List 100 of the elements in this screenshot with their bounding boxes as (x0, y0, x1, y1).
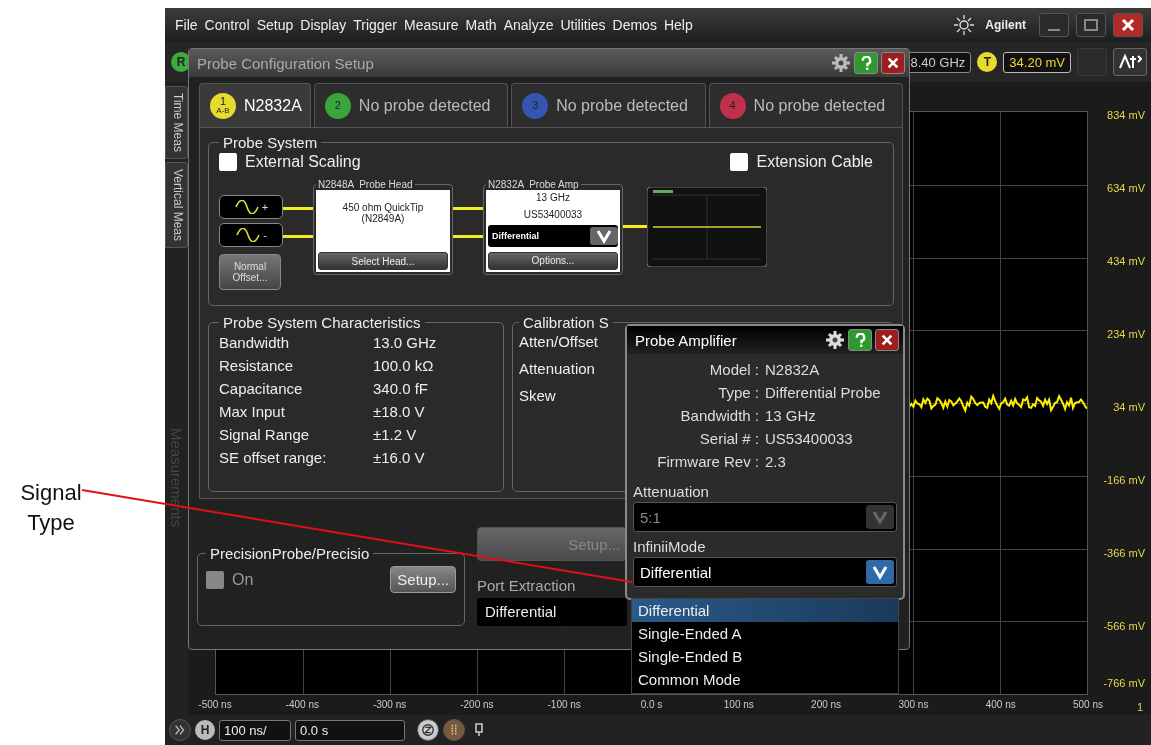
info-label: Type : (717, 383, 759, 403)
input-button[interactable]: - (219, 223, 283, 247)
calibration-label: Skew (519, 387, 556, 404)
close-button[interactable] (1113, 13, 1143, 37)
voltage-axis-label: 34 mV (1113, 401, 1145, 413)
menu-item[interactable]: Setup (256, 17, 294, 33)
double-chevron-icon (173, 723, 187, 737)
group-title: Probe System Characteristics (222, 314, 422, 331)
horizontal-badge[interactable]: H (195, 720, 215, 740)
info-value: 13 GHz (765, 406, 816, 426)
property-value: ±16.0 V (373, 448, 425, 468)
time-axis-label: -400 ns (285, 699, 319, 710)
trigger-level-field[interactable]: 34.20 mV (1003, 51, 1071, 73)
voltage-axis-label: -566 mV (1103, 620, 1145, 632)
info-value: N2832A (765, 360, 820, 380)
checkbox[interactable]: Extension Cable (730, 153, 873, 171)
voltage-axis-label: 234 mV (1107, 328, 1145, 340)
minimize-button[interactable] (1039, 13, 1069, 37)
dropdown-option[interactable]: Differential (632, 599, 898, 622)
select-head-button[interactable]: Select Head... (318, 252, 448, 270)
voltage-axis-label: 834 mV (1107, 109, 1145, 121)
channel-badge: 3 (522, 92, 549, 119)
options-button[interactable]: Options... (488, 251, 618, 270)
cable-line (283, 207, 313, 210)
menu-item[interactable]: Control (204, 17, 250, 33)
close-button[interactable] (881, 52, 905, 74)
help-button[interactable] (854, 52, 878, 74)
settings-icon[interactable] (825, 330, 845, 350)
help-button[interactable] (848, 329, 872, 351)
cable-line (623, 225, 647, 228)
time-position-field[interactable]: 0.0 s (295, 719, 405, 741)
minimize-icon (1048, 29, 1060, 31)
probe-tab[interactable]: 2 No probe detected (313, 83, 509, 127)
checkbox[interactable]: External Scaling (219, 153, 361, 171)
infiniimode-select[interactable]: Differential (633, 557, 897, 587)
group-title: Calibration S (522, 314, 610, 331)
info-label: Serial # : (698, 429, 759, 449)
property-label: SE offset range: (219, 448, 328, 468)
chevron-down-icon (866, 505, 894, 529)
probe-amp-text: US53400033 (523, 208, 583, 221)
property-value: 340.0 fF (373, 379, 429, 399)
zoom-icon (421, 723, 435, 737)
maximize-button[interactable] (1076, 13, 1106, 37)
dropdown-option[interactable]: Common Mode (632, 668, 898, 691)
input-button[interactable]: + (219, 195, 283, 219)
close-button[interactable] (875, 329, 899, 351)
side-tab[interactable]: Time Meas (165, 86, 188, 159)
maximize-icon (1081, 18, 1101, 32)
voltage-axis-label: 434 mV (1107, 255, 1145, 267)
menu-item[interactable]: Math (465, 17, 497, 33)
run-badge[interactable]: R (171, 52, 191, 72)
time-axis-label: 100 ns (723, 699, 754, 710)
info-label: Bandwidth : (679, 406, 759, 426)
menu-item[interactable]: Utilities (560, 17, 606, 33)
expand-button[interactable] (169, 719, 191, 741)
port-extraction-label: Port Extraction (477, 577, 577, 594)
close-icon (886, 56, 900, 70)
sun-icon (954, 15, 975, 35)
sine-wave-icon (233, 200, 260, 214)
grid-button[interactable] (443, 719, 465, 741)
sine-wave-icon (235, 228, 262, 242)
box-title: N2832A Probe Amp (487, 179, 580, 190)
menu-item[interactable]: Display (300, 17, 347, 33)
probe-head-text: 450 ohm QuickTip (N2849A) (341, 202, 425, 224)
time-axis-label: -200 ns (460, 699, 494, 710)
time-axis-label: -500 ns (198, 699, 232, 710)
info-value: 2.3 (765, 452, 786, 472)
mode-select[interactable]: Differential (488, 225, 618, 248)
property-label: Bandwidth (219, 333, 291, 353)
dropdown-option[interactable]: Single-Ended B (632, 645, 898, 668)
menu-item[interactable]: Measure (404, 17, 459, 33)
menu-item[interactable]: Help (663, 17, 693, 33)
menu-item[interactable]: Demos (612, 17, 657, 33)
property-value: ±18.0 V (373, 402, 425, 422)
offset-button[interactable]: Normal Offset... (219, 254, 281, 290)
zoom-button[interactable] (417, 719, 439, 741)
time-scale-field[interactable]: 100 ns/ (219, 719, 291, 741)
channel-badge: 4 (719, 92, 746, 119)
channel-badge: 1 A-B (210, 92, 236, 119)
probe-tab[interactable]: 4 No probe detected (708, 83, 903, 127)
probe-tab[interactable]: 1 A-B N2832A (199, 83, 311, 127)
voltage-axis-label: -766 mV (1103, 677, 1145, 689)
side-tab[interactable]: Vertical Meas (165, 161, 188, 248)
probe-tab[interactable]: 3 No probe detected (511, 83, 706, 127)
setup-button[interactable]: Setup... (390, 566, 456, 593)
cable-line (453, 235, 483, 238)
dropdown-option[interactable]: Single-Ended A (632, 622, 898, 645)
pin-icon[interactable] (473, 723, 485, 737)
channel-label: 1 (1136, 701, 1143, 713)
waveform-button[interactable] (1113, 48, 1147, 76)
group-title: PrecisionProbe/Precisio (209, 545, 371, 562)
time-axis-label: 0.0 s (640, 699, 663, 710)
property-value: 100.0 kΩ (373, 356, 434, 376)
menu-item[interactable]: Analyze (503, 17, 554, 33)
menu-item[interactable]: File (175, 17, 198, 33)
trigger-badge[interactable]: T (977, 52, 998, 72)
port-extraction-field[interactable]: Differential (477, 598, 627, 626)
menu-item[interactable]: Trigger (353, 17, 398, 33)
time-axis-label: -300 ns (372, 699, 407, 710)
info-value: US53400033 (765, 429, 853, 449)
